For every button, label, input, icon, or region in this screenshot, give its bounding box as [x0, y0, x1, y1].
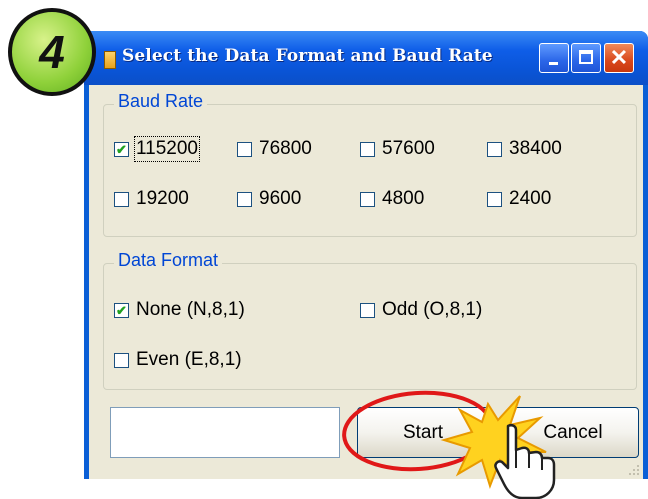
tutorial-annotation-overlay: [342, 390, 556, 499]
